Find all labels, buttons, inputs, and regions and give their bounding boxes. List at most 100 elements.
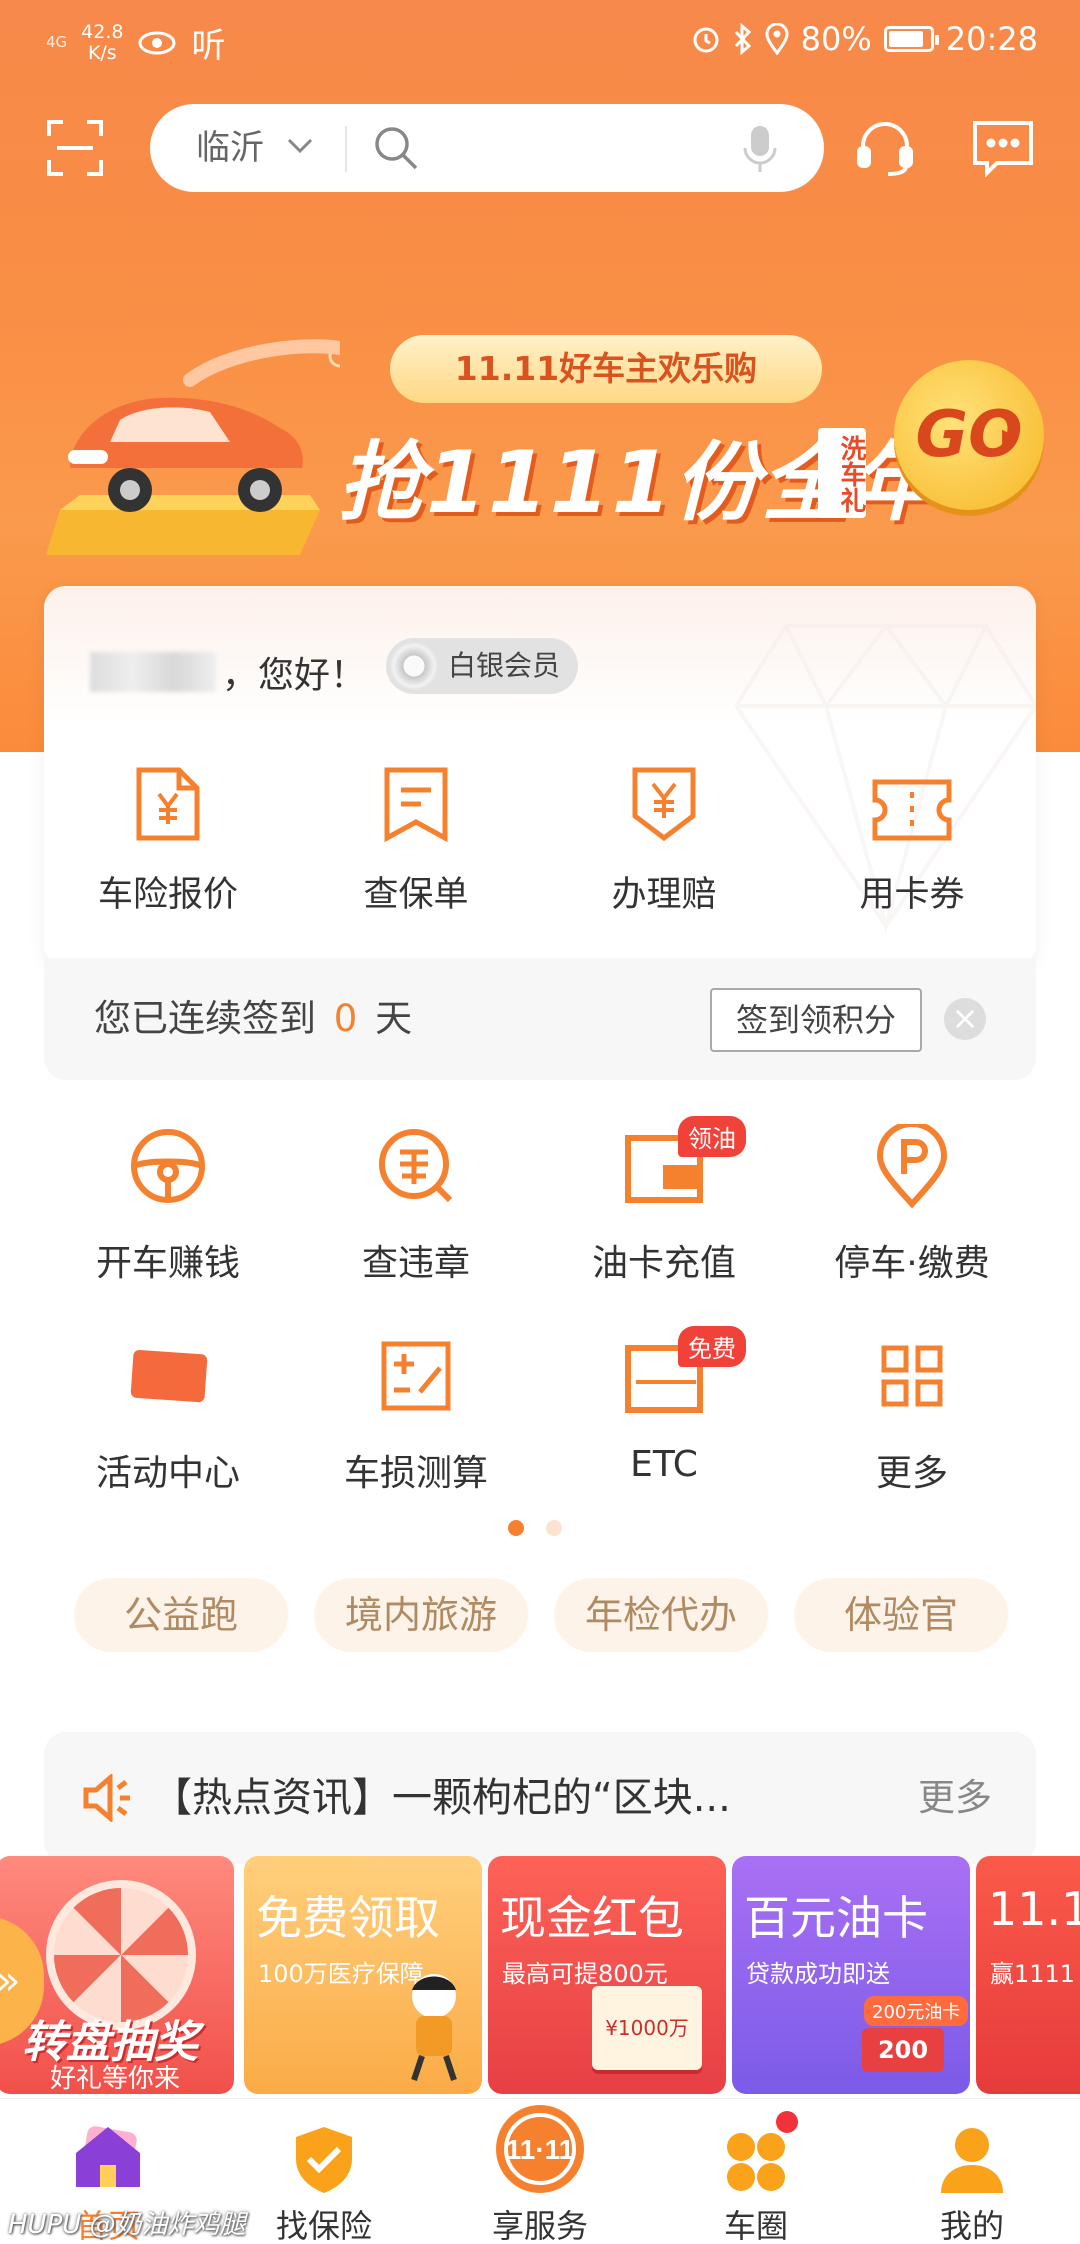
tag-chips: 公益跑 境内旅游 年检代办 体验官 xyxy=(74,1578,1008,1652)
signin-status: 您已连续签到 0 天 xyxy=(94,958,412,1080)
user-name-blurred xyxy=(90,652,216,692)
page-dot xyxy=(508,1520,524,1536)
battery-percent: 80% xyxy=(800,20,872,58)
nav-label: 我的 xyxy=(939,2207,1004,2244)
quick-action-label: 办理赔 xyxy=(611,875,717,915)
nav-circle[interactable]: 车圈 xyxy=(648,2099,864,2244)
home-icon xyxy=(76,2126,140,2187)
location-icon xyxy=(765,23,789,55)
person-icon xyxy=(941,2128,1003,2193)
promo-title: 11.1 xyxy=(988,1882,1080,1936)
member-level-badge[interactable]: 白银会员 xyxy=(386,638,579,694)
quick-actions: 车险报价 查保单 办理赔 用卡券 xyxy=(44,746,1036,917)
scan-button[interactable] xyxy=(40,113,110,183)
quick-action-quote[interactable]: 车险报价 xyxy=(44,746,292,917)
promo-card-double-eleven[interactable]: 11.1 赢1111 xyxy=(976,1856,1080,2094)
promo-sub: 赢1111 xyxy=(990,1960,1076,1988)
service-etc[interactable]: 免费 ETC xyxy=(540,1326,788,1540)
clock: 20:28 xyxy=(945,20,1038,58)
quick-action-claim[interactable]: 办理赔 xyxy=(540,746,788,917)
eye-icon xyxy=(138,31,176,54)
banner-side-label: 洗车礼 xyxy=(818,428,866,518)
city-selector[interactable]: 临沂 xyxy=(196,104,264,192)
service-grid: 开车赚钱 查违章 领油 油卡充值 停车·缴费 活动中心 车损测算 免费 ETC xyxy=(44,1116,1036,1540)
promo-title: 免费领取 xyxy=(256,1891,440,1945)
message-icon xyxy=(973,121,1033,177)
quick-action-label: 车险报价 xyxy=(97,875,238,915)
nav-label: 车圈 xyxy=(723,2207,788,2244)
flower-icon xyxy=(727,2133,785,2191)
service-label: 车损测算 xyxy=(343,1453,488,1494)
quick-action-coupon[interactable]: 用卡券 xyxy=(788,746,1036,917)
speed-unit: K/s xyxy=(87,41,117,64)
app-text: 听 xyxy=(191,26,226,66)
activity-icon xyxy=(130,1349,208,1403)
service-fuel-card[interactable]: 领油 油卡充值 xyxy=(540,1116,788,1330)
promo-strip: » 转盘抽奖 好礼等你来 免费领取 100万医疗保障 现金红包 最高可提800元… xyxy=(0,1856,1080,2094)
service-more[interactable]: 更多 xyxy=(788,1330,1036,1540)
customer-service-button[interactable] xyxy=(850,113,920,183)
member-card: ，您好！ 白银会员 车险报价 查保单 办理赔 用卡券 xyxy=(44,586,1036,966)
nav-profile[interactable]: 我的 xyxy=(864,2099,1080,2244)
bluetooth-icon xyxy=(734,23,751,55)
promo-card-red-packet[interactable]: 现金红包 最高可提800元 ¥1000万 xyxy=(488,1856,726,2094)
violation-icon xyxy=(379,1129,453,1203)
scan-icon xyxy=(47,120,103,176)
steering-wheel-icon xyxy=(131,1129,205,1203)
member-level-label: 白银会员 xyxy=(448,649,561,682)
promo-card-free-insurance[interactable]: 免费领取 100万医疗保障 xyxy=(244,1856,482,2094)
chip-domestic-travel[interactable]: 境内旅游 xyxy=(314,1578,528,1652)
promo-card-lottery[interactable]: » 转盘抽奖 好礼等你来 xyxy=(0,1856,234,2094)
chevron-down-icon xyxy=(287,138,313,154)
page-indicator xyxy=(508,1520,562,1536)
red-packet-icon: ¥1000万 xyxy=(592,1986,702,2070)
promo-card-fuel-card[interactable]: 百元油卡 贷款成功即送 200元油卡 200 xyxy=(732,1856,970,2094)
chip-experience-officer[interactable]: 体验官 xyxy=(794,1578,1008,1652)
nav-insurance[interactable]: 找保险 xyxy=(216,2099,432,2244)
speaker-icon xyxy=(83,1774,130,1822)
play-arrow-icon: ▸ xyxy=(1002,416,1019,454)
signin-suffix: 天 xyxy=(375,997,413,1040)
battery-icon xyxy=(883,26,939,52)
status-bar: 4G 42.8 K/s 听 80% 20:28 xyxy=(0,0,1080,84)
yen-shield-icon xyxy=(632,767,696,842)
red-packet-amount: ¥1000万 xyxy=(605,2016,689,2040)
service-parking[interactable]: 停车·缴费 xyxy=(788,1120,1036,1330)
signin-button[interactable]: 签到领积分 xyxy=(710,988,922,1052)
close-icon[interactable]: × xyxy=(944,998,986,1040)
promo-sub: 最高可提800元 xyxy=(502,1960,668,1988)
nav-label: 享服务 xyxy=(491,2207,588,2244)
service-activity[interactable]: 活动中心 xyxy=(44,1330,292,1540)
microphone-icon[interactable] xyxy=(742,124,778,174)
promo-title: 现金红包 xyxy=(500,1891,684,1945)
promo-banner[interactable]: 11.11好车主欢乐购 抢1111份全年 洗车礼 ▸ GO xyxy=(0,300,1080,590)
service-label: 查违章 xyxy=(361,1243,470,1284)
network-indicator: 4G xyxy=(46,33,68,51)
fuel-card-icon: 200 xyxy=(862,2028,944,2072)
chip-charity-run[interactable]: 公益跑 xyxy=(74,1578,288,1652)
parking-icon xyxy=(876,1124,948,1208)
news-ticker[interactable]: 【热点资讯】一颗枸杞的“区块... 更多 xyxy=(44,1732,1036,1864)
service-drive-earn[interactable]: 开车赚钱 xyxy=(44,1120,292,1330)
alarm-icon xyxy=(693,27,719,53)
quick-action-policy[interactable]: 查保单 xyxy=(292,746,540,917)
message-button[interactable] xyxy=(968,113,1038,183)
calculator-icon xyxy=(381,1341,451,1411)
speed-value: 42.8 xyxy=(81,20,124,43)
service-badge: 领油 xyxy=(678,1116,746,1157)
cartoon-character-icon xyxy=(411,1974,457,2081)
top-bar: 临沂 xyxy=(0,100,1080,196)
service-damage-estimate[interactable]: 车损测算 xyxy=(292,1330,540,1540)
watermark: HUPU @奶油炸鸡腿 xyxy=(8,2210,246,2240)
silver-medal-icon xyxy=(390,642,438,690)
car-illustration xyxy=(46,339,340,555)
network-speed: 42.8 K/s xyxy=(81,20,124,64)
chip-annual-inspection[interactable]: 年检代办 xyxy=(554,1578,768,1652)
notification-dot xyxy=(776,2111,798,2133)
go-button[interactable]: ▸ GO xyxy=(894,360,1044,510)
news-more-link[interactable]: 更多 xyxy=(918,1732,992,1864)
promo-sub: 好礼等你来 xyxy=(50,2064,181,2094)
nav-services[interactable]: 11·11 享服务 xyxy=(432,2099,648,2244)
search-bar[interactable]: 临沂 xyxy=(150,104,824,192)
service-violation[interactable]: 查违章 xyxy=(292,1120,540,1330)
